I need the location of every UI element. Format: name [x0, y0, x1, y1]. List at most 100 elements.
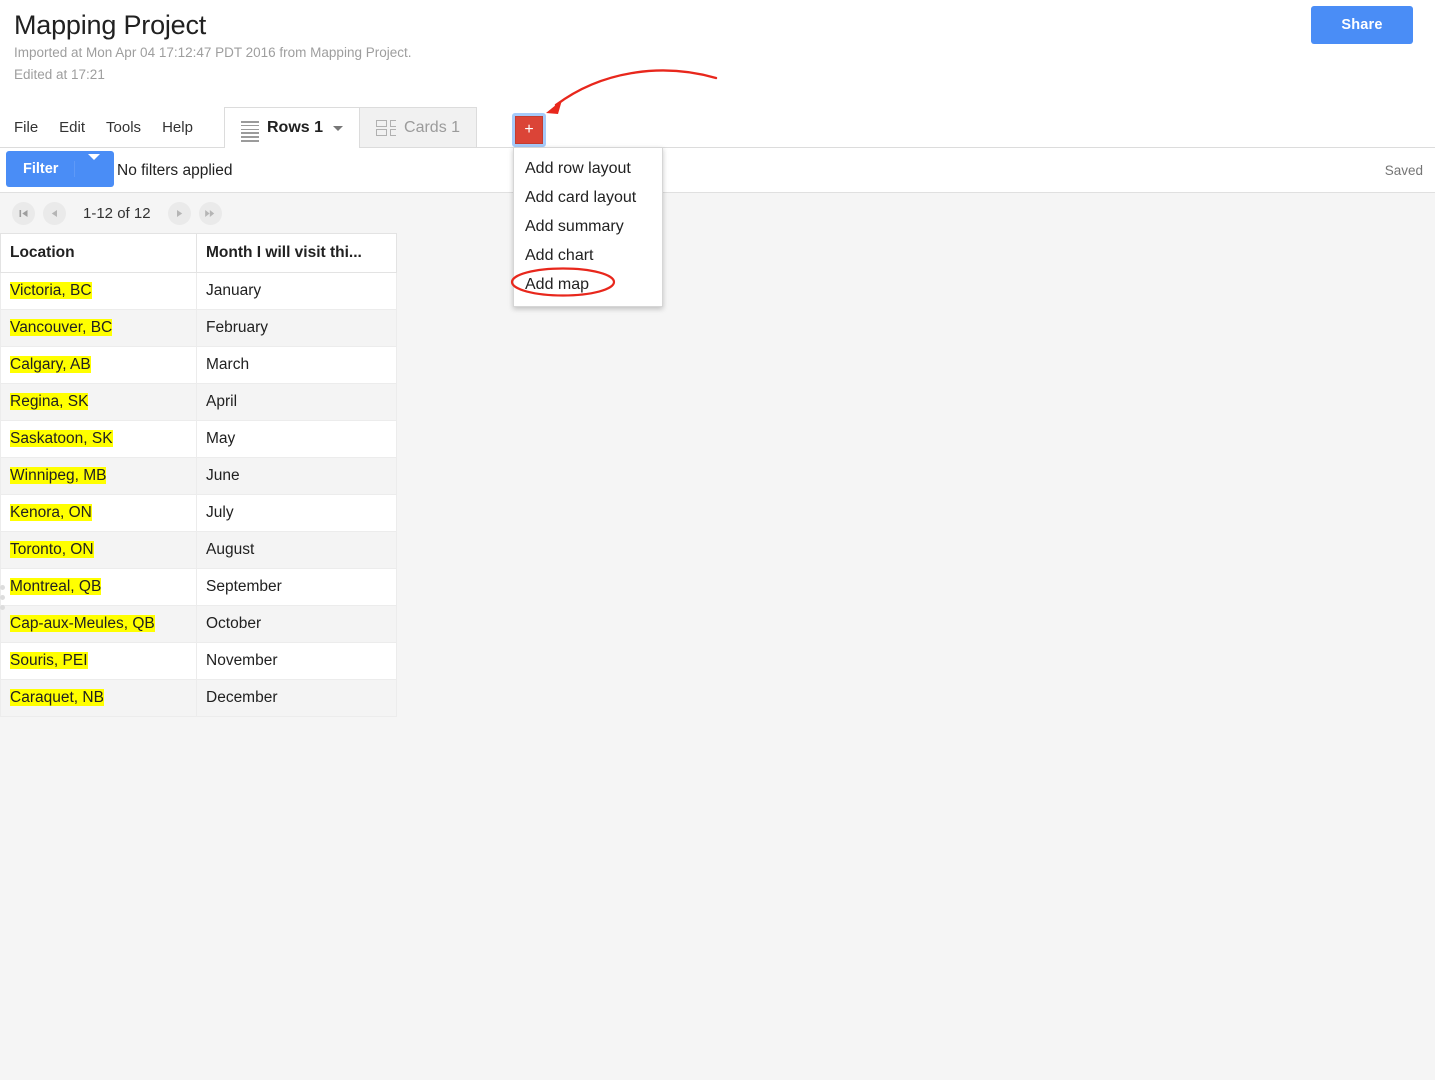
cell-month[interactable]: August: [197, 532, 397, 569]
menubar: File Edit Tools Help: [14, 108, 193, 148]
previous-page-button[interactable]: [43, 202, 66, 225]
location-value: Toronto, ON: [10, 541, 94, 558]
rows-icon: [241, 121, 259, 135]
page-range-label: 1-12 of 12: [83, 205, 151, 222]
next-page-button[interactable]: [168, 202, 191, 225]
cell-location[interactable]: Victoria, BC: [1, 273, 197, 310]
tab-rows-1-label: Rows 1: [267, 119, 323, 137]
menu-item-edit[interactable]: Edit: [59, 108, 85, 148]
cell-location[interactable]: Kenora, ON: [1, 495, 197, 532]
cell-location[interactable]: Toronto, ON: [1, 532, 197, 569]
table-row[interactable]: Vancouver, BC February: [1, 310, 397, 347]
table-row[interactable]: Montreal, QB September: [1, 569, 397, 606]
plus-icon: +: [524, 121, 533, 138]
table-row[interactable]: Caraquet, NB December: [1, 680, 397, 717]
cell-month[interactable]: June: [197, 458, 397, 495]
add-tab-button[interactable]: +: [515, 116, 543, 144]
cell-month[interactable]: May: [197, 421, 397, 458]
table-row[interactable]: Regina, SK April: [1, 384, 397, 421]
cell-month[interactable]: July: [197, 495, 397, 532]
app-header: Mapping Project Imported at Mon Apr 04 1…: [0, 0, 1435, 108]
table-row[interactable]: Calgary, AB March: [1, 347, 397, 384]
location-value: Winnipeg, MB: [10, 467, 106, 484]
cell-location[interactable]: Saskatoon, SK: [1, 421, 197, 458]
add-layout-dropdown: Add row layout Add card layout Add summa…: [513, 147, 663, 307]
menu-item-tools[interactable]: Tools: [106, 108, 141, 148]
cell-location[interactable]: Vancouver, BC: [1, 310, 197, 347]
table-row[interactable]: Saskatoon, SK May: [1, 421, 397, 458]
next-page-icon: [174, 208, 185, 219]
filter-button-label: Filter: [6, 161, 75, 177]
tab-cards-1[interactable]: Cards 1: [360, 107, 477, 147]
menu-item-add-chart[interactable]: Add chart: [514, 241, 662, 270]
location-value: Victoria, BC: [10, 282, 92, 299]
column-header-location[interactable]: Location: [1, 234, 197, 273]
cell-month[interactable]: November: [197, 643, 397, 680]
last-page-icon: [204, 208, 216, 219]
filter-button[interactable]: Filter: [6, 151, 114, 187]
location-value: Souris, PEI: [10, 652, 88, 669]
location-value: Saskatoon, SK: [10, 430, 113, 447]
menu-item-file[interactable]: File: [14, 108, 38, 148]
filter-toolbar: Filter No filters applied Saved: [0, 148, 1435, 193]
cell-location[interactable]: Caraquet, NB: [1, 680, 197, 717]
table-body: Victoria, BC January Vancouver, BC Februar…: [1, 273, 397, 717]
cell-location[interactable]: Regina, SK: [1, 384, 197, 421]
filter-dropdown-toggle[interactable]: [75, 160, 114, 178]
table-row[interactable]: Kenora, ON July: [1, 495, 397, 532]
location-value: Regina, SK: [10, 393, 88, 410]
table-row[interactable]: Cap-aux-Meules, QB October: [1, 606, 397, 643]
cell-month[interactable]: December: [197, 680, 397, 717]
table-row[interactable]: Winnipeg, MB June: [1, 458, 397, 495]
cell-month[interactable]: April: [197, 384, 397, 421]
cell-month[interactable]: January: [197, 273, 397, 310]
layout-tabs: Rows 1 Cards 1: [224, 107, 477, 147]
data-table: Location Month I will visit thi... Victo…: [0, 233, 397, 717]
table-scroll-grip[interactable]: [0, 585, 5, 610]
cell-location[interactable]: Winnipeg, MB: [1, 458, 197, 495]
location-value: Cap-aux-Meules, QB: [10, 615, 155, 632]
first-page-icon: [18, 208, 29, 219]
data-table-container: Location Month I will visit thi... Victo…: [0, 233, 1435, 717]
tab-rows-1[interactable]: Rows 1: [224, 107, 360, 148]
cell-location[interactable]: Cap-aux-Meules, QB: [1, 606, 197, 643]
table-header-row: Location Month I will visit thi...: [1, 234, 397, 273]
menu-item-help[interactable]: Help: [162, 108, 193, 148]
page-title: Mapping Project: [14, 8, 1435, 42]
cell-month[interactable]: February: [197, 310, 397, 347]
previous-page-icon: [49, 208, 60, 219]
location-value: Kenora, ON: [10, 504, 92, 521]
cell-location[interactable]: Souris, PEI: [1, 643, 197, 680]
first-page-button[interactable]: [12, 202, 35, 225]
menu-item-add-card-layout[interactable]: Add card layout: [514, 183, 662, 212]
saved-status-text: Saved: [1385, 148, 1423, 193]
chevron-down-icon: [88, 154, 100, 177]
imported-subtitle: Imported at Mon Apr 04 17:12:47 PDT 2016…: [14, 42, 1435, 64]
location-value: Caraquet, NB: [10, 689, 104, 706]
cell-month[interactable]: October: [197, 606, 397, 643]
menu-item-add-map[interactable]: Add map: [514, 270, 662, 299]
table-row[interactable]: Souris, PEI November: [1, 643, 397, 680]
cell-month[interactable]: March: [197, 347, 397, 384]
cell-location[interactable]: Montreal, QB: [1, 569, 197, 606]
location-value: Vancouver, BC: [10, 319, 112, 336]
table-row[interactable]: Victoria, BC January: [1, 273, 397, 310]
share-button[interactable]: Share: [1311, 6, 1413, 44]
location-value: Calgary, AB: [10, 356, 91, 373]
add-tab-focus-ring: +: [512, 113, 546, 147]
filter-status-text: No filters applied: [117, 148, 232, 193]
last-page-button[interactable]: [199, 202, 222, 225]
tab-cards-1-label: Cards 1: [404, 119, 460, 137]
menu-tab-strip: File Edit Tools Help Rows 1 Cards 1: [0, 108, 1435, 148]
location-value: Montreal, QB: [10, 578, 101, 595]
menu-item-add-summary[interactable]: Add summary: [514, 212, 662, 241]
menu-item-add-row-layout[interactable]: Add row layout: [514, 154, 662, 183]
chevron-down-icon[interactable]: [333, 126, 343, 131]
table-row[interactable]: Toronto, ON August: [1, 532, 397, 569]
cell-month[interactable]: September: [197, 569, 397, 606]
column-header-month[interactable]: Month I will visit thi...: [197, 234, 397, 273]
cell-location[interactable]: Calgary, AB: [1, 347, 197, 384]
edited-subtitle: Edited at 17:21: [14, 64, 1435, 86]
pagination-bar: 1-12 of 12: [0, 193, 1435, 233]
cards-icon: [376, 120, 396, 136]
